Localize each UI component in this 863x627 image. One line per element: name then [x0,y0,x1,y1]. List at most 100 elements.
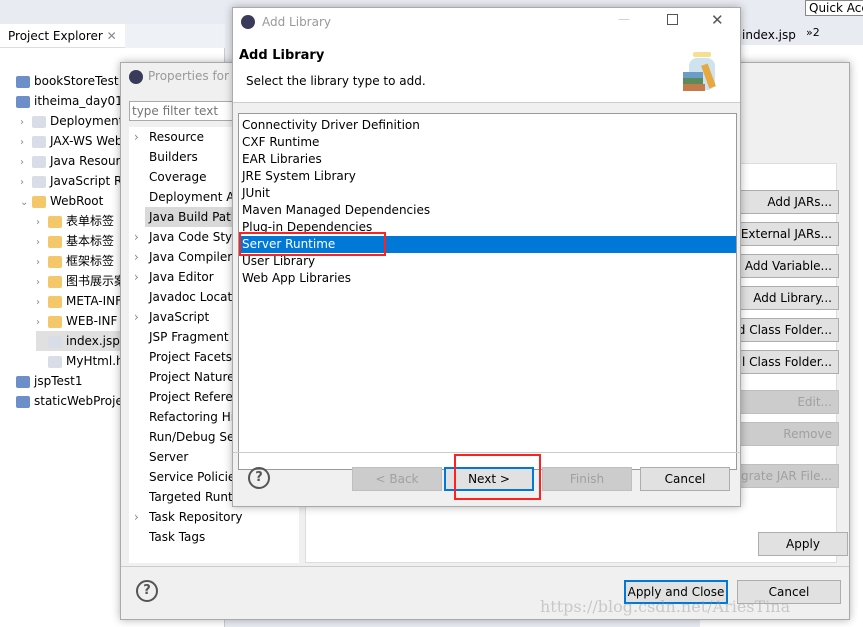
library-type-list[interactable]: Connectivity Driver Definition CXF Runtim… [238,113,737,470]
tree-item-label: index.jsp [66,334,120,348]
library-type-item[interactable]: Connectivity Driver Definition [239,117,736,134]
explorer-tab-label: Project Explorer [8,29,103,43]
library-type-item[interactable]: EAR Libraries [239,151,736,168]
project-icon [16,395,30,408]
tree-item[interactable]: › 框架标签 [36,251,114,271]
properties-tree-item[interactable]: › Task Repository [129,507,299,527]
chevron-icon[interactable]: › [36,313,48,333]
file-icon [32,155,46,168]
chevron-right-icon[interactable]: › [134,247,139,267]
folder-icon [48,315,62,328]
help-icon[interactable]: ? [248,467,270,489]
tree-item[interactable]: › 表单标签 [36,211,114,231]
quick-access-input[interactable]: Quick Access [805,0,863,16]
project-icon [16,375,30,388]
tree-item-label: Task Repository [149,510,243,524]
tree-item-label: JavaScript [149,310,210,324]
project-icon [16,95,30,108]
tree-item-label: WEB-INF [66,314,118,328]
title-bar: Add Library — ✕ [233,8,740,36]
folder-icon [48,215,62,228]
maximize-icon[interactable] [667,14,678,25]
tree-item-label: jspTest1 [34,374,83,388]
tree-item-label: Coverage [149,170,207,184]
library-type-item[interactable]: Web App Libraries [239,270,736,287]
tree-item-label: Java Code Style [149,230,243,244]
selection-highlight-box [239,232,386,256]
chevron-icon[interactable]: › [20,153,32,173]
tree-item-label: Project Natures [149,370,241,384]
chevron-icon[interactable]: ⌄ [20,193,32,213]
wizard-heading: Add Library [239,48,325,63]
eclipse-icon [241,15,255,29]
tree-item[interactable]: bookStoreTest [4,71,119,91]
explorer-tab[interactable]: Project Explorer ✕ [0,24,125,48]
tree-item-label: 基本标签 [66,234,115,248]
tree-item-label: Java Compiler [149,250,233,264]
chevron-icon[interactable]: › [36,293,48,313]
chevron-right-icon[interactable]: › [134,227,139,247]
tree-item-label: META-INF [66,294,123,308]
minimize-icon[interactable]: — [618,12,630,26]
explorer-header-bar [125,24,225,48]
help-icon[interactable]: ? [136,580,158,602]
tree-item-label: WebRoot [50,194,104,208]
folder-icon [48,255,62,268]
chevron-icon[interactable]: › [36,273,48,293]
tree-item[interactable]: › WEB-INF [36,311,117,331]
dialog-footer-divider [121,566,849,567]
folder-icon [48,295,62,308]
chevron-right-icon[interactable]: › [134,507,139,527]
tree-item[interactable]: › 基本标签 [36,231,114,251]
folder-icon [48,235,62,248]
editor-tab-overflow[interactable]: »2 [806,26,820,39]
close-icon[interactable]: ✕ [107,29,117,43]
chevron-icon[interactable]: › [20,173,32,193]
folder-icon [48,275,62,288]
chevron-icon[interactable]: › [36,213,48,233]
tree-item[interactable]: staticWebProject [4,391,134,411]
tree-item-label: Server [149,450,189,464]
file-icon [48,335,62,348]
tree-item[interactable]: jspTest1 [4,371,82,391]
library-jar-icon [683,52,717,92]
cancel-button[interactable]: Cancel [640,467,730,491]
tree-item-label: 框架标签 [66,254,115,268]
library-type-item[interactable]: CXF Runtime [239,134,736,151]
chevron-icon[interactable]: › [36,253,48,273]
eclipse-icon [129,69,143,84]
watermark: https://blog.csdn.net/AriesTina [540,597,791,616]
properties-tree-item[interactable]: Task Tags [129,527,299,547]
file-icon [32,175,46,188]
filter-input[interactable] [129,101,239,121]
chevron-icon[interactable]: › [20,133,32,153]
project-icon [16,75,30,88]
tree-item[interactable]: › META-INF [36,291,122,311]
back-button[interactable]: < Back [352,467,442,491]
tree-item[interactable]: itheima_day01 [4,91,123,111]
tree-item[interactable]: index.jsp [36,331,120,351]
chevron-right-icon[interactable]: › [134,127,139,147]
chevron-right-icon[interactable]: › [134,307,139,327]
tree-item-label: Resource [149,130,205,144]
tree-item-label: Java Build Path [149,210,239,224]
library-type-item[interactable]: Maven Managed Dependencies [239,202,736,219]
file-icon [32,115,46,128]
library-type-item[interactable]: JUnit [239,185,736,202]
chevron-icon[interactable]: › [36,233,48,253]
close-icon[interactable]: ✕ [711,11,724,29]
button-bar-divider [233,452,740,453]
tree-item-label: Project Facets [149,350,232,364]
tree-item-label: Task Tags [149,530,206,544]
add-library-dialog: Add Library — ✕ Add Library Select the l… [232,7,741,507]
wizard-header: Add Library Select the library type to a… [233,36,740,103]
library-type-item[interactable]: JRE System Library [239,168,736,185]
tree-item-label: JSP Fragment [149,330,229,344]
tree-item-label: itheima_day01 [34,94,123,108]
finish-button[interactable]: Finish [542,467,632,491]
file-icon [48,355,62,368]
apply-button[interactable]: Apply [758,532,848,556]
tree-item[interactable]: ⌄ WebRoot [20,191,103,211]
chevron-icon[interactable]: › [20,113,32,133]
chevron-right-icon[interactable]: › [134,267,139,287]
